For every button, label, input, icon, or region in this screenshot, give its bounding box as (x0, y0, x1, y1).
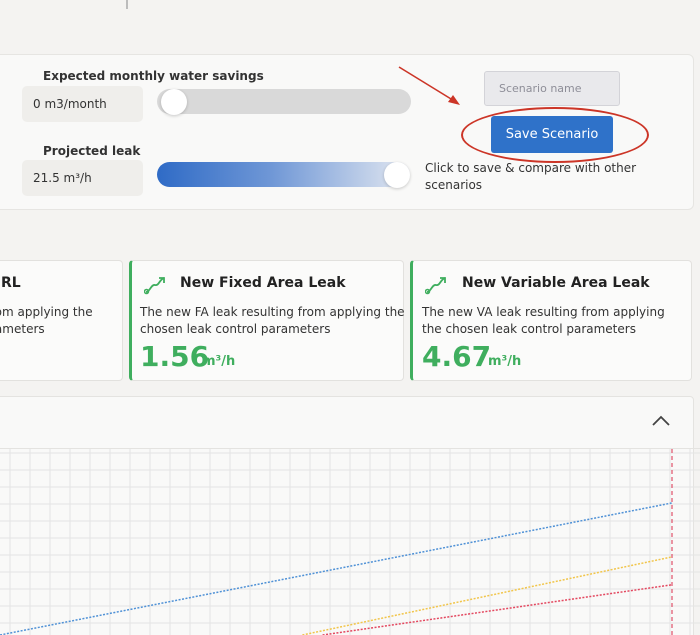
card-rl-title: RL (1, 275, 21, 291)
card-rl: RL rom applying the rameters (0, 260, 123, 381)
savings-slider-thumb[interactable] (161, 89, 187, 115)
trend-icon (425, 277, 446, 295)
savings-label: Expected monthly water savings (43, 69, 264, 83)
trend-icon (144, 277, 165, 295)
card-fixed-area-leak: New Fixed Area Leak The new FA leak resu… (129, 260, 405, 381)
card-variable-area-leak: New Variable Area Leak The new VA leak r… (410, 260, 692, 381)
chevron-up-icon[interactable] (650, 413, 672, 429)
save-helper-text: Click to save & compare with other scena… (425, 161, 637, 192)
card-variable-area-leak-desc: The new VA leak resulting from applying … (422, 305, 665, 336)
savings-slider[interactable] (157, 89, 411, 115)
card-fixed-area-leak-value: 1.56 (140, 340, 210, 373)
save-scenario-button[interactable]: Save Scenario (491, 116, 613, 153)
leak-value-field[interactable]: 21.5 m³/h (22, 160, 143, 196)
leak-label: Projected leak (43, 144, 141, 158)
series-line-1 (0, 502, 673, 635)
card-variable-area-leak-value: 4.67 (422, 340, 492, 373)
chart-grid (0, 449, 700, 635)
savings-value-field[interactable]: 0 m3/month (22, 86, 143, 122)
leak-chart (0, 449, 700, 635)
chart-series (0, 449, 673, 635)
card-fixed-area-leak-desc: The new FA leak resulting from applying … (140, 305, 405, 336)
card-variable-area-leak-title: New Variable Area Leak (462, 275, 650, 291)
card-fixed-area-leak-unit: m³/h (202, 354, 236, 369)
annotation-arrow (398, 66, 460, 105)
scenario-name-input[interactable] (484, 71, 620, 106)
card-variable-area-leak-unit: m³/h (488, 354, 522, 369)
leak-slider[interactable] (157, 162, 410, 188)
series-line-3 (322, 584, 673, 635)
card-fixed-area-leak-title: New Fixed Area Leak (180, 275, 346, 291)
top-strip (0, 0, 700, 12)
top-divider (126, 0, 128, 9)
card-rl-desc: rom applying the rameters (0, 305, 93, 336)
leak-slider-thumb[interactable] (384, 162, 410, 188)
